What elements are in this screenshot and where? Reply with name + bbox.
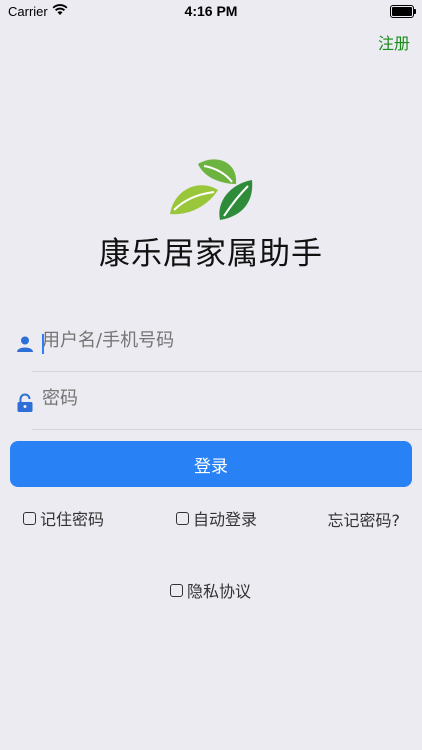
login-button[interactable]: 登录 [10,441,412,487]
password-input[interactable] [42,388,402,409]
lock-icon [16,393,34,412]
text-cursor [42,334,44,354]
auto-login-label: 自动登录 [193,510,258,529]
password-field [10,374,422,430]
remember-password-option[interactable]: 记住密码 [23,506,104,530]
auto-login-option[interactable]: 自动登录 [176,506,257,530]
checkbox-icon[interactable] [176,511,189,525]
privacy-policy-option[interactable]: 隐私协议 [170,578,251,602]
username-divider [32,371,422,372]
clock: 4:16 PM [184,3,238,19]
remember-password-label: 记住密码 [40,510,105,529]
checkbox-icon[interactable] [23,511,36,525]
status-bar: Carrier 4:16 PM [0,0,422,22]
forgot-password-link[interactable]: 忘记密码? [328,507,401,531]
username-field [10,316,422,372]
username-input[interactable] [42,330,402,351]
register-button[interactable]: 注册 [378,30,410,54]
user-icon [16,335,34,353]
leaf-logo [168,154,254,224]
privacy-policy-label: 隐私协议 [187,582,252,601]
password-divider [32,429,422,430]
battery-icon [390,5,416,18]
app-title: 康乐居家属助手 [99,236,323,272]
checkbox-icon[interactable] [170,583,183,597]
